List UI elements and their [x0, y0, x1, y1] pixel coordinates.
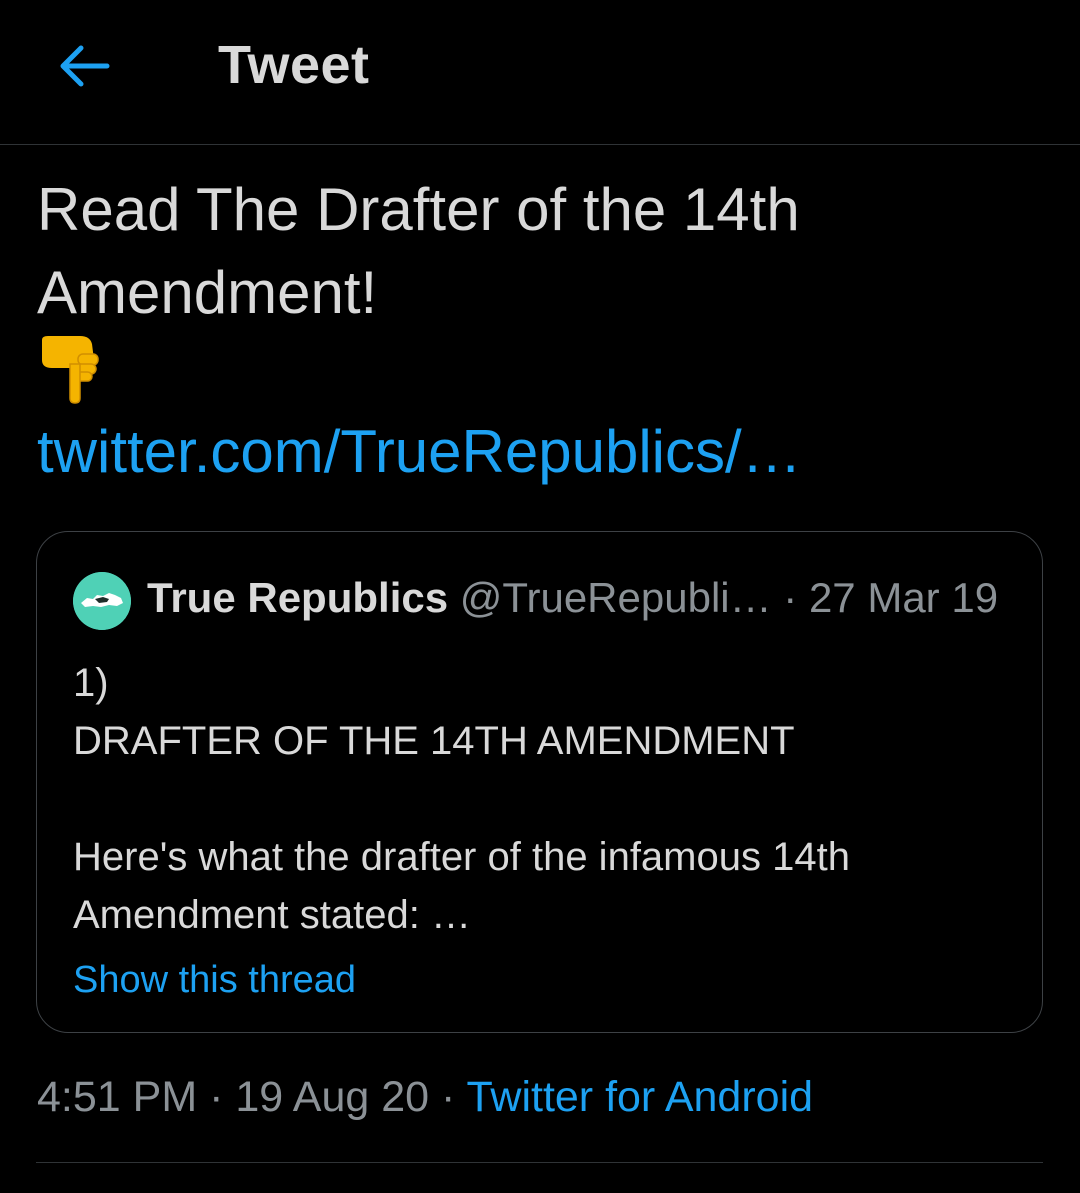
tweet-metadata: 4:51 PM · 19 Aug 20 · Twitter for Androi… [37, 1066, 813, 1128]
separator-dot: · [771, 574, 809, 621]
avatar-logo-icon [73, 572, 131, 630]
tweet-link[interactable]: twitter.com/TrueRepublics/… [37, 412, 802, 492]
separator-dot: · [429, 1073, 467, 1121]
quoted-author-handle[interactable]: @TrueRepubli… [460, 574, 772, 621]
quoted-tweet-card[interactable]: True Republics @TrueRepubli… · 27 Mar 19… [36, 531, 1043, 1033]
top-app-bar: Tweet [0, 0, 1080, 145]
tweet-text-line: Read The Drafter of the 14th [37, 176, 800, 243]
tweet-time: 4:51 PM [37, 1073, 198, 1121]
quoted-text-line [73, 770, 1003, 828]
true-republics-avatar-icon[interactable] [73, 572, 131, 630]
tweet-text-line: Amendment! [37, 259, 378, 326]
tweet-date: 19 Aug 20 [235, 1073, 430, 1121]
backhand-index-pointing-down-icon [42, 336, 99, 404]
tweet-text: Read The Drafter of the 14th Amendment! [37, 168, 1037, 334]
quoted-text-line: DRAFTER OF THE 14TH AMENDMENT [73, 719, 795, 763]
page-title: Tweet [218, 35, 370, 95]
quoted-author-name[interactable]: True Republics [147, 574, 448, 621]
arrow-left-icon [60, 45, 110, 87]
divider [36, 1162, 1043, 1163]
quoted-text-line: Amendment stated: … [73, 893, 471, 937]
separator-dot: · [197, 1073, 236, 1121]
quoted-tweet-header: True Republics @TrueRepubli… · 27 Mar 19 [147, 568, 998, 628]
show-thread-link[interactable]: Show this thread [73, 952, 356, 1008]
back-button[interactable] [52, 36, 116, 96]
quoted-text-line: 1) [73, 661, 109, 705]
tweet-source-link[interactable]: Twitter for Android [467, 1073, 814, 1121]
quoted-tweet-date: 27 Mar 19 [808, 574, 999, 621]
quoted-tweet-body: 1) DRAFTER OF THE 14TH AMENDMENT Here's … [73, 654, 1003, 944]
quoted-text-line: Here's what the drafter of the infamous … [73, 835, 850, 879]
